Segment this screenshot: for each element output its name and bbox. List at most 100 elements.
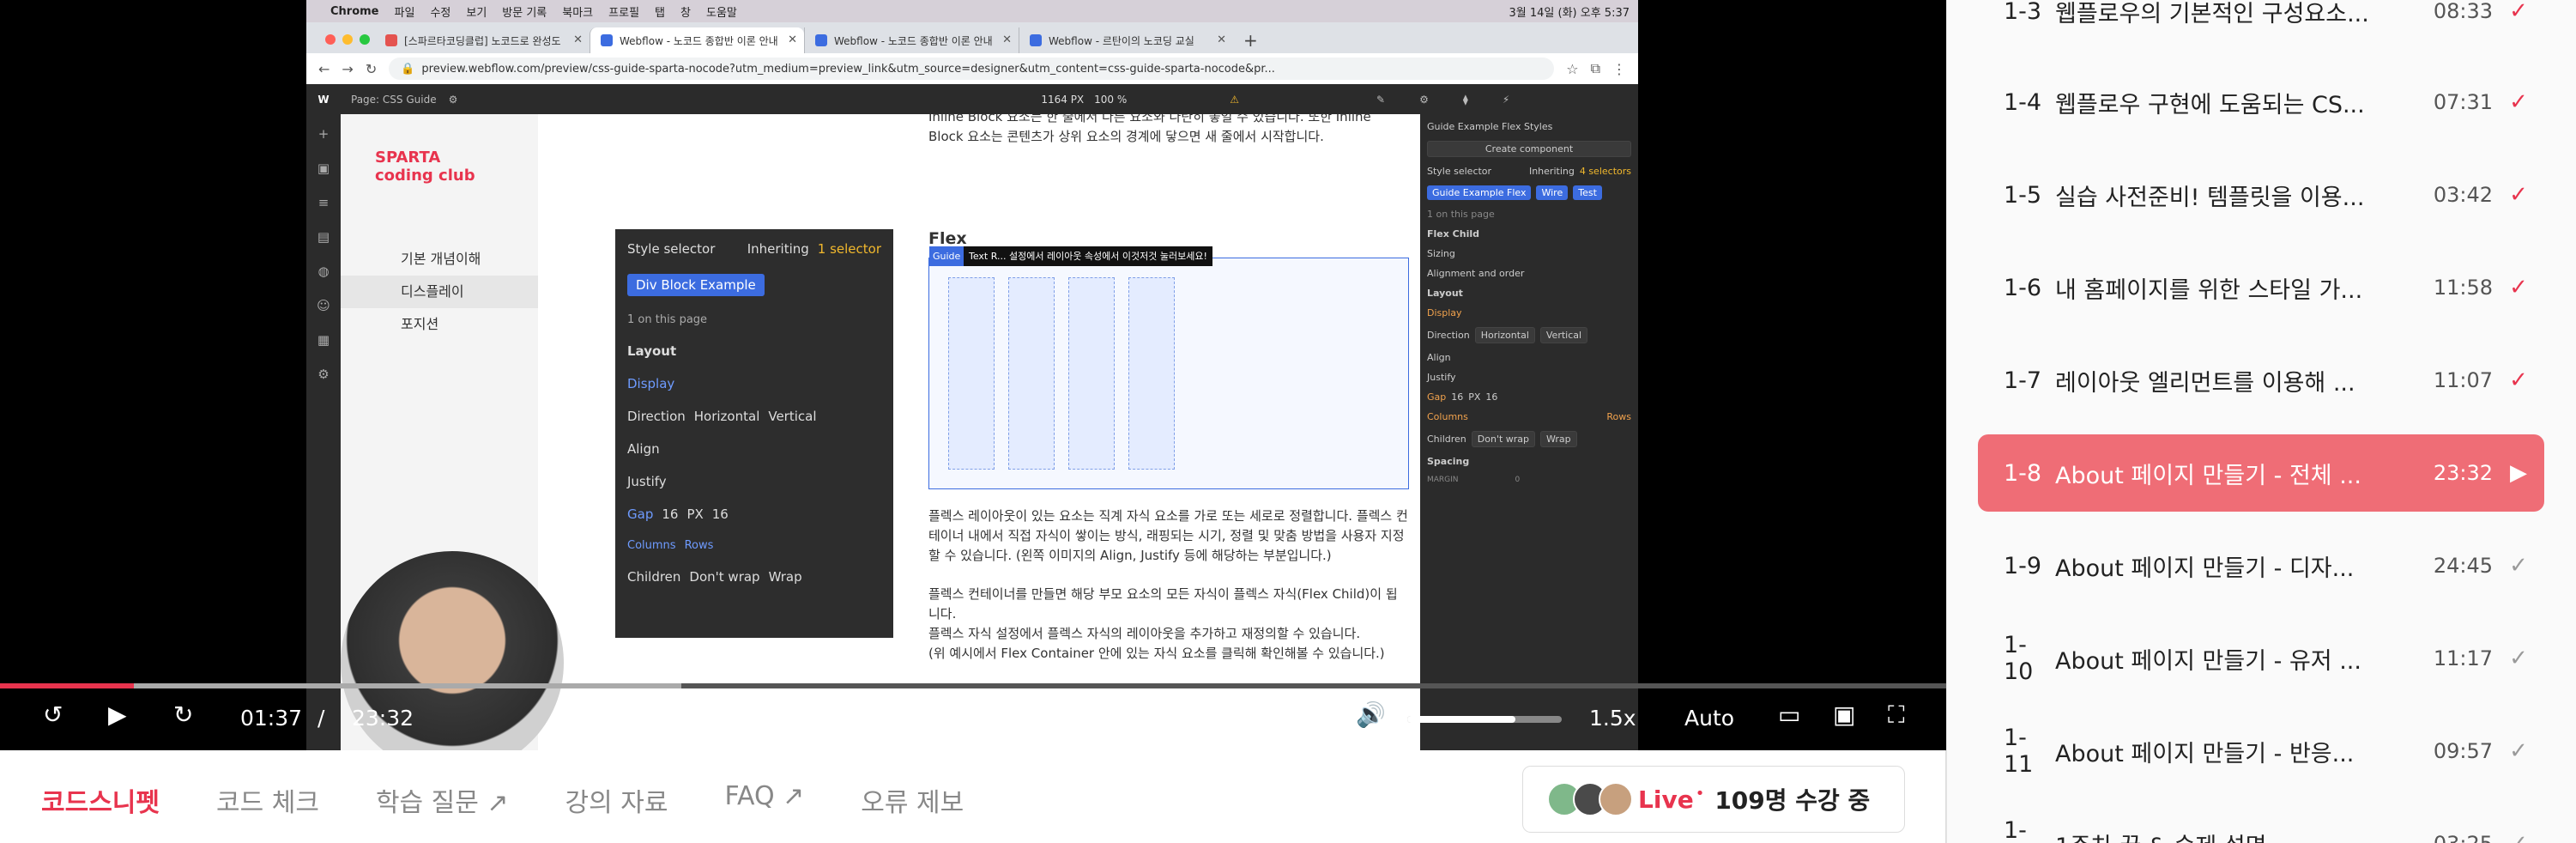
lesson-item[interactable]: 1-11 About 페이지 만들기 - 반응... 09:57 ✓ [1978,713,2544,790]
rewind-10-icon[interactable]: ↺ [43,700,63,729]
panel-label: Display [627,376,675,391]
class-chip: Test [1573,185,1602,200]
lesson-duration: 03:25 [2416,832,2493,843]
tab-close-icon: ✕ [1002,33,1012,46]
panel-label: Don't wrap [1471,431,1536,447]
tab-materials[interactable]: 강의 자료 [565,781,668,819]
panel-label: 16 [1451,391,1464,403]
panel-label: 1 on this page [1427,209,1495,220]
lesson-duration: 11:17 [2433,646,2493,670]
article-paragraph: 플렉스 컨테이너를 만들면 해당 부모 요소의 모든 자식이 플렉스 자식(Fl… [928,586,1398,622]
site-nav: 기본 개념이해 디스플레이 포지션 [341,243,538,341]
subtitles-icon[interactable]: ▭ [1778,700,1800,729]
panel-label: Align [1427,352,1451,363]
panel-label: Direction [1427,330,1470,341]
tab-favicon-icon [1030,34,1042,46]
panel-label: Direction [627,409,686,424]
article-paragraph: 플렉스 레이아웃이 있는 요소는 직계 자식 요소를 가로 또는 세로로 정렬합… [928,508,1408,563]
site-nav-item: 기본 개념이해 [401,251,481,267]
fullscreen-icon[interactable]: ⛶ [1888,700,1905,730]
lesson-item[interactable]: 1-10 About 페이지 만들기 - 유저 ... 11:17 ✓ [1978,620,2544,697]
tab-questions[interactable]: 학습 질문 ↗ [376,781,509,819]
lesson-item[interactable]: 1-5 실습 사전준비! 템플릿을 이용... 03:42 ✓ [1978,156,2544,233]
player-controls: ↺ ▶ ↻ 01:37 / 23:32 🔊 1.5x Auto ▭ ▣ ⛶ [0,688,1946,750]
panel-label: Horizontal [693,409,760,424]
tab-favicon-icon [601,34,613,46]
panel-label: Columns [627,539,676,552]
flex-child-box [948,277,995,470]
navigator-icon: ≡ [317,195,330,210]
lesson-number: 1-8 [2004,459,2042,487]
webflow-style-panel: Guide Example Flex Styles Create compone… [1420,114,1638,750]
tab-code-check[interactable]: 코드 체크 [216,781,319,819]
panel-label: Rows [684,539,714,552]
lesson-title: 웹플로우 구현에 도움되는 CS... [2055,91,2365,118]
lesson-item[interactable]: 1-8 About 페이지 만들기 - 전체 ... 23:32 ▶ [1978,434,2544,512]
address-url: preview.webflow.com/preview/css-guide-sp… [421,62,1275,76]
panel-label: Align [627,441,660,457]
canvas-width: 1164 PX [1041,93,1085,106]
lesson-number: 1-11 [2004,725,2034,778]
menubar-item: 도움말 [705,6,737,20]
live-label: Live [1638,785,1694,814]
lesson-item[interactable]: 1-9 About 페이지 만들기 - 디자... 24:45 ✓ [1978,527,2544,604]
panel-label: PX [1468,391,1481,403]
lesson-title: 실습 사전준비! 템플릿을 이용... [2055,184,2365,211]
quality-button[interactable]: Auto [1684,706,1734,731]
lesson-duration: 23:32 [2433,461,2493,485]
check-icon: ✓ [2509,738,2528,764]
screen-recording: Chrome 파일 수정 보기 방문 기록 북마크 프로필 탭 창 도움말 3월… [306,0,1638,750]
lesson-number: 1-10 [2004,632,2034,685]
article-paragraph: 플렉스 자식 설정에서 플렉스 자식의 레이아웃을 추가하고 재정의할 수 있습… [928,626,1361,641]
flex-child-box [1068,277,1115,470]
tab-favicon-icon [385,34,397,46]
volume-icon[interactable]: 🔊 [1356,700,1386,729]
browser-tabstrip: [스파르타코딩클럽] 노코드로 완성도 ✕ Webflow - 노코드 종합반 이… [306,22,1638,53]
address-bar: 🔒 preview.webflow.com/preview/css-guide-s… [389,58,1555,80]
article: Inline Block 요소는 한 줄에서 다른 요소와 나란히 놓일 수 있… [928,114,1409,664]
lesson-item[interactable]: 1-6 내 홈페이지를 위한 스타일 가... 11:58 ✓ [1978,249,2544,326]
lesson-number: 1-7 [2004,367,2042,394]
tab-report-error[interactable]: 오류 제보 [861,781,964,819]
tab-faq[interactable]: FAQ ↗ [724,781,804,819]
lesson-item[interactable]: 1-12 1주차 끝 & 숙제 설명03:25✓ [1978,805,2544,843]
panel-label: Inheriting [1528,166,1575,177]
lesson-item[interactable]: 1-7 레이아웃 엘리먼트를 이용해 ... 11:07 ✓ [1978,342,2544,419]
panel-label: Justify [1427,372,1456,383]
play-icon: ▶ [2510,460,2527,486]
lesson-item[interactable]: 1-4 웹플로우 구현에 도움되는 CS... 07:31 ✓ [1978,64,2544,141]
lesson-item[interactable]: 1-3 웹플로우의 기본적인 구성요소... 08:33 ✓ [1978,0,2544,50]
lesson-number: 1-5 [2004,181,2042,209]
viewer-count: 109명 수강 중 [1714,786,1871,815]
check-icon: ✓ [2509,275,2528,300]
star-icon: ☆ [1566,60,1579,77]
pages-icon: ▤ [317,229,330,245]
lesson-number: 1-12 [2004,817,2027,843]
lesson-title: 내 홈페이지를 위한 스타일 가... [2055,276,2363,304]
check-icon: ✓ [2493,831,2544,843]
cms-icon: ◍ [317,264,330,279]
panel-label: Vertical [1539,327,1588,343]
window-controls [325,34,370,45]
play-icon[interactable]: ▶ [108,700,127,729]
class-chip: Wire [1536,185,1569,200]
video-player[interactable]: Chrome 파일 수정 보기 방문 기록 북마크 프로필 탭 창 도움말 3월… [0,0,1946,750]
site-logo: SPARTA coding club [375,149,475,185]
panel-label: Columns [1427,411,1468,422]
flex-child-box [1128,277,1175,470]
mac-menubar: Chrome 파일 수정 보기 방문 기록 북마크 프로필 탭 창 도움말 3월… [306,0,1638,22]
menubar-item: 보기 [466,6,487,20]
tab-label: Webflow - 르탄이의 노코딩 교실 [1049,34,1194,47]
speed-button[interactable]: 1.5x [1589,706,1636,731]
zoom-window-icon [360,34,370,45]
theater-mode-icon[interactable]: ▣ [1833,700,1855,729]
webflow-topbar: W Page: CSS Guide ⚙ 1164 PX 100 % ⚠ ✎ ⚙ … [306,84,1638,114]
forward-10-icon[interactable]: ↻ [173,700,193,729]
volume-slider[interactable] [1407,716,1562,723]
tab-code-snippet[interactable]: 코드스니펫 [41,781,160,819]
menubar-app: Chrome [330,4,379,18]
tab-close-icon: ✕ [573,33,583,46]
check-icon: ✓ [2509,553,2528,579]
browser-tab: [스파르타코딩클럽] 노코드로 완성도 ✕ [375,27,590,53]
check-icon: ✓ [2509,367,2528,393]
